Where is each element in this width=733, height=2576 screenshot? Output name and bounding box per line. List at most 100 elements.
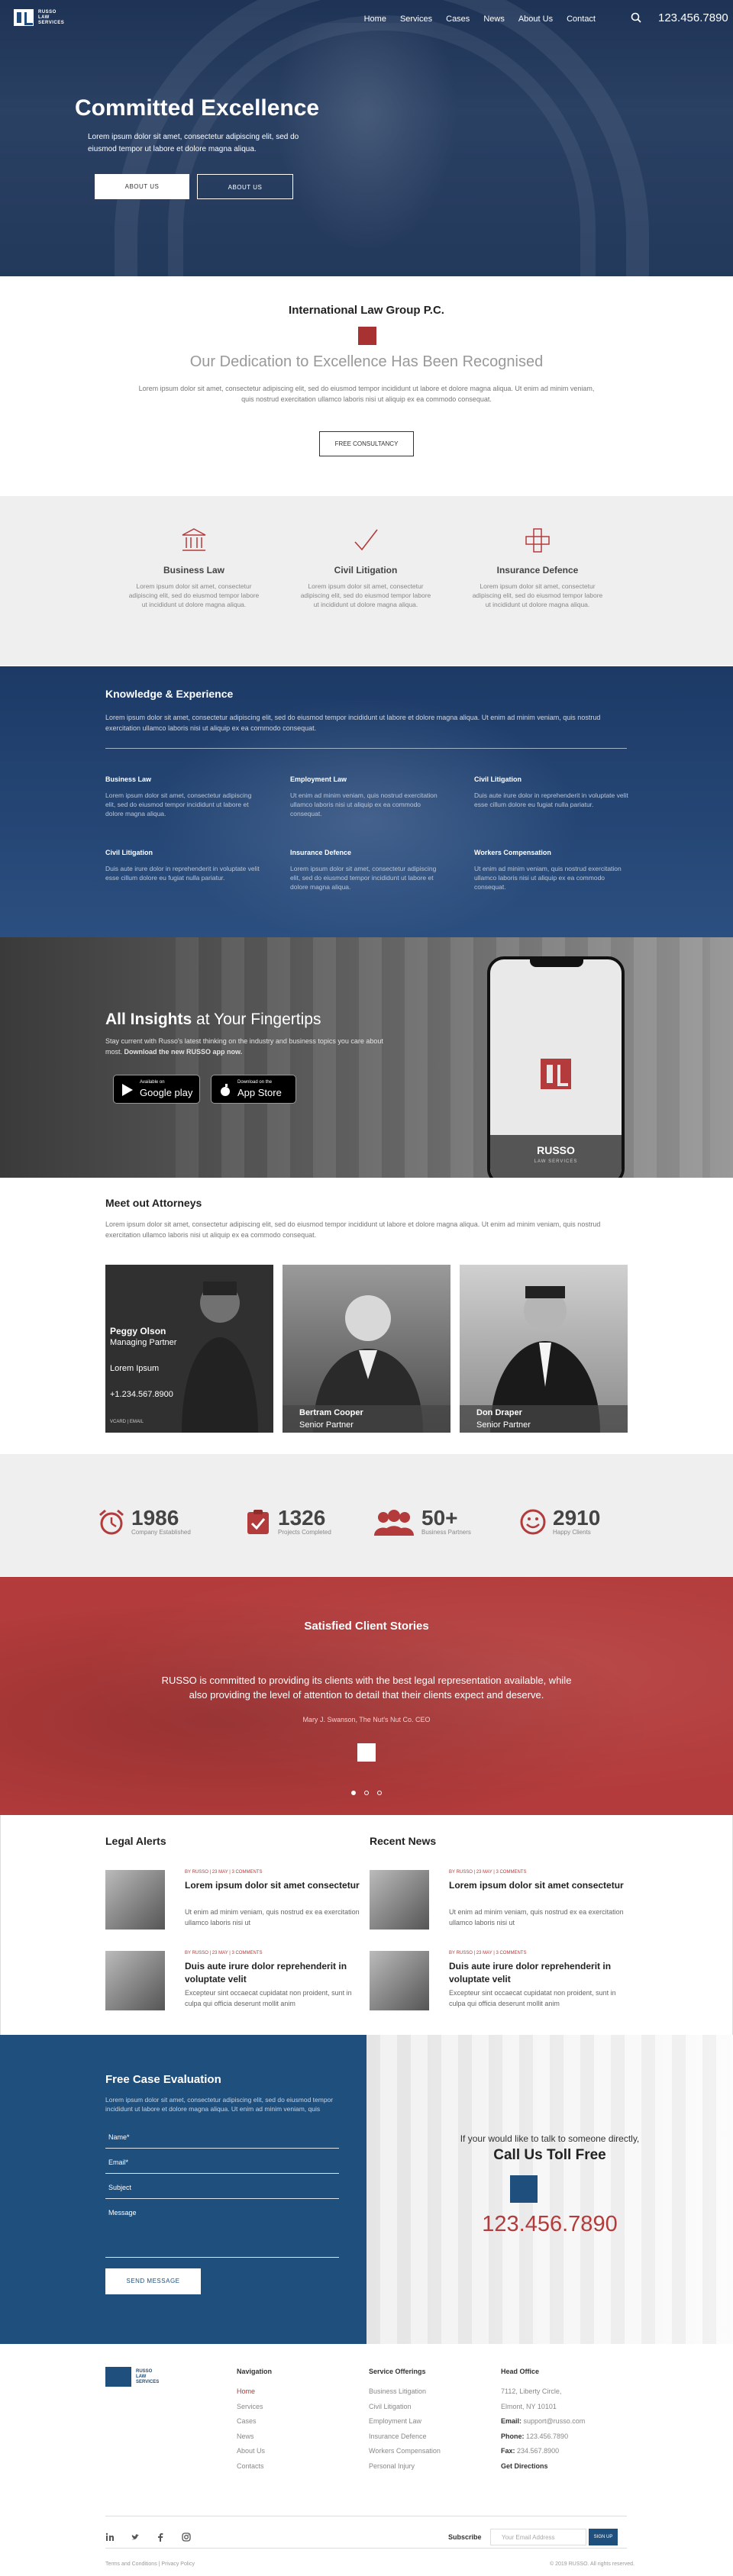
- attorney-card-peggy-olson[interactable]: Peggy Olson Managing Partner Lorem Ipsum…: [105, 1265, 273, 1433]
- knowledge-item-title[interactable]: Workers Compensation: [474, 849, 631, 856]
- nav-about-us[interactable]: About Us: [518, 15, 553, 24]
- app-store-big: App Store: [237, 1087, 282, 1098]
- news-item[interactable]: BY RUSSO | 23 MAY | 3 COMMENTS Duis aute…: [370, 1951, 633, 2020]
- message-field[interactable]: Message: [105, 2203, 339, 2258]
- get-directions-label: Get Directions: [501, 2462, 548, 2470]
- linkedin-icon[interactable]: [105, 2532, 115, 2542]
- subscribe-email-input[interactable]: Your Email Address: [490, 2529, 586, 2545]
- stat-item: 1326 Projects Completed: [244, 1507, 331, 1536]
- stat-label: Business Partners: [421, 1529, 471, 1536]
- knowledge-item-title[interactable]: Business Law: [105, 775, 262, 783]
- hero-about-button[interactable]: ABOUT US: [95, 174, 189, 199]
- nav-cases[interactable]: Cases: [446, 15, 470, 24]
- testimonial-quote: RUSSO is committed to providing its clie…: [161, 1675, 572, 1701]
- logo-mark-icon: [14, 9, 34, 26]
- hero-subtitle: Lorem ipsum dolor sit amet, consectetur …: [88, 133, 299, 153]
- footer-link[interactable]: Insurance Defence: [369, 2429, 441, 2445]
- footer-link[interactable]: Business Litigation: [369, 2384, 441, 2400]
- attorney-card-bertram-cooper[interactable]: Bertram Cooper Senior Partner: [283, 1265, 450, 1433]
- send-message-button[interactable]: SEND MESSAGE: [105, 2268, 201, 2294]
- article-title[interactable]: Lorem ipsum dolor sit amet consectetur: [185, 1879, 368, 1892]
- carousel-dot-active[interactable]: [351, 1791, 356, 1795]
- google-play-icon: [122, 1084, 133, 1096]
- subject-field[interactable]: Subject: [105, 2178, 339, 2199]
- office-email[interactable]: Email: support@russo.com: [501, 2414, 585, 2429]
- footer-link[interactable]: Personal Injury: [369, 2459, 441, 2474]
- knowledge-item-text: Lorem ipsum dolor sit amet, consectetur …: [290, 865, 437, 891]
- article-title[interactable]: Duis aute irure dolor reprehenderit in v…: [185, 1960, 368, 1986]
- footer-link[interactable]: About Us: [237, 2444, 272, 2459]
- testimonial-author: Mary J. Swanson, The Nut's Nut Co. CEO: [302, 1716, 431, 1723]
- search-icon[interactable]: [631, 12, 641, 23]
- get-directions-link[interactable]: Get Directions: [501, 2459, 585, 2474]
- footer-link[interactable]: Cases: [237, 2414, 272, 2429]
- footer-link[interactable]: News: [237, 2429, 272, 2445]
- office-phone-label: Phone:: [501, 2432, 525, 2440]
- footer-link[interactable]: Contacts: [237, 2459, 272, 2474]
- knowledge-item-title[interactable]: Employment Law: [290, 775, 447, 783]
- attorney-phone[interactable]: +1.234.567.8900: [110, 1390, 173, 1399]
- knowledge-item-text: Lorem ipsum dolor sit amet, consectetur …: [105, 791, 252, 817]
- toll-free-phone[interactable]: 123.456.7890: [366, 2212, 733, 2237]
- footer-link[interactable]: Home: [237, 2384, 272, 2400]
- news-item[interactable]: BY RUSSO | 23 MAY | 3 COMMENTS Lorem ips…: [370, 1870, 633, 1939]
- article-thumbnail: [370, 1870, 429, 1930]
- instagram-icon[interactable]: [182, 2532, 191, 2542]
- stat-item: 1986 Company Established: [98, 1507, 191, 1536]
- app-desc-bold: Download the new RUSSO app now.: [124, 1048, 243, 1056]
- nav-home[interactable]: Home: [364, 15, 386, 24]
- footer-link[interactable]: Employment Law: [369, 2414, 441, 2429]
- office-address-line2: Elmont, NY 10101: [501, 2402, 557, 2410]
- legal-alert-item[interactable]: BY RUSSO | 23 MAY | 3 COMMENTS Duis aute…: [105, 1951, 369, 2020]
- attorney-name: Don Draper: [476, 1408, 522, 1417]
- attorney-card-don-draper[interactable]: Don Draper Senior Partner: [460, 1265, 628, 1433]
- practice-card-insurance-defence[interactable]: Insurance Defence Lorem ipsum dolor sit …: [469, 527, 606, 609]
- practice-card-business-law[interactable]: Business Law Lorem ipsum dolor sit amet,…: [125, 527, 263, 609]
- article-thumbnail: [105, 1951, 165, 2010]
- nav-services[interactable]: Services: [400, 15, 432, 24]
- legal-links[interactable]: Terms and Conditions | Privacy Policy: [105, 2561, 195, 2567]
- knowledge-item-title[interactable]: Insurance Defence: [290, 849, 447, 856]
- name-field[interactable]: Name*: [105, 2127, 339, 2149]
- facebook-icon[interactable]: [156, 2532, 165, 2542]
- app-store-button[interactable]: Download on the App Store: [211, 1075, 296, 1104]
- logo-mark-icon: [105, 2367, 131, 2387]
- recent-news-title: Recent News: [370, 1835, 437, 1847]
- logo-text: RUSSO LAW SERVICES: [136, 2368, 160, 2384]
- nav-contact[interactable]: Contact: [567, 15, 596, 24]
- footer-link[interactable]: Workers Compensation: [369, 2444, 441, 2459]
- nav-news[interactable]: News: [483, 15, 505, 24]
- footer-link[interactable]: Civil Litigation: [369, 2400, 441, 2415]
- logo-mark-icon: [358, 327, 376, 345]
- checkmark-icon: [354, 529, 378, 551]
- email-field[interactable]: Email*: [105, 2152, 339, 2174]
- site-logo[interactable]: RUSSO LAW SERVICES: [14, 9, 64, 26]
- google-play-button[interactable]: Available on Google play: [113, 1075, 200, 1104]
- footer-office: Head Office 7112, Liberty Circle, Elmont…: [501, 2368, 585, 2474]
- legal-alert-item[interactable]: BY RUSSO | 23 MAY | 3 COMMENTS Lorem ips…: [105, 1870, 369, 1939]
- article-title[interactable]: Duis aute irure dolor reprehenderit in v…: [449, 1960, 632, 1986]
- knowledge-item-title[interactable]: Civil Litigation: [474, 775, 631, 783]
- sign-up-button[interactable]: SIGN UP: [589, 2529, 618, 2545]
- practice-card-civil-litigation[interactable]: Civil Litigation Lorem ipsum dolor sit a…: [297, 527, 434, 609]
- knowledge-item-title[interactable]: Civil Litigation: [105, 849, 262, 856]
- attorney-vcard-links[interactable]: VCARD | EMAIL: [110, 1420, 144, 1424]
- phone-notch: [530, 959, 583, 967]
- article-meta: BY RUSSO | 23 MAY | 3 COMMENTS: [449, 1870, 527, 1875]
- stat-label: Company Established: [131, 1529, 191, 1536]
- hero-about-outline-button[interactable]: ABOUT US: [197, 174, 293, 199]
- subscribe-label: Subscribe: [448, 2533, 482, 2541]
- stats-section: 1986 Company Established 1326 Projects C…: [0, 1454, 733, 1576]
- office-phone[interactable]: Phone: 123.456.7890: [501, 2429, 585, 2445]
- call-us-section: [366, 2035, 733, 2344]
- free-consultancy-button[interactable]: FREE CONSULTANCY: [319, 431, 414, 456]
- footer-logo[interactable]: RUSSO LAW SERVICES: [105, 2367, 159, 2387]
- google-play-small: Available on: [140, 1080, 165, 1085]
- header-phone[interactable]: 123.456.7890: [658, 11, 728, 24]
- phone-mockup: RUSSO LAW SERVICES: [487, 956, 625, 1178]
- article-title[interactable]: Lorem ipsum dolor sit amet consectetur: [449, 1879, 632, 1892]
- footer-link[interactable]: Services: [237, 2400, 272, 2415]
- carousel-dot[interactable]: [364, 1791, 369, 1795]
- twitter-icon[interactable]: [131, 2532, 140, 2542]
- carousel-dot[interactable]: [377, 1791, 382, 1795]
